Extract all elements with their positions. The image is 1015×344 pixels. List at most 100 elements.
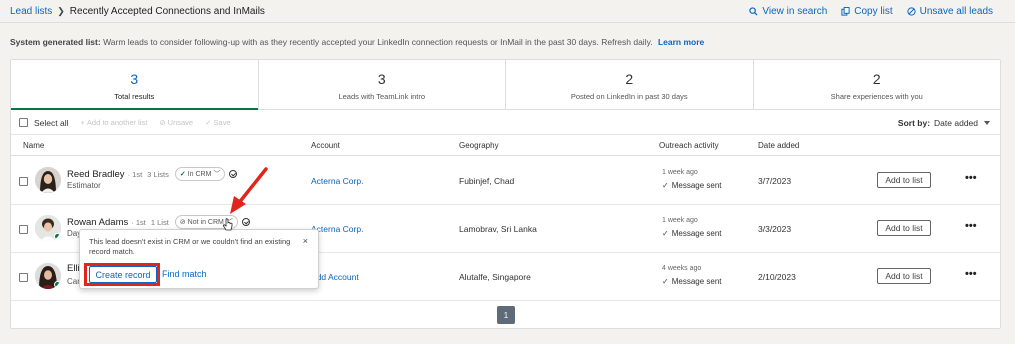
- save-button[interactable]: ✓ Save: [205, 118, 230, 127]
- pagination-page[interactable]: 1: [497, 306, 515, 324]
- online-status-dot: [54, 281, 61, 288]
- check-icon: ✓: [662, 181, 669, 190]
- stat-value: 2: [872, 71, 881, 87]
- date-added: 2/10/2023: [758, 272, 796, 282]
- stat-posted[interactable]: 2 Posted on LinkedIn in past 30 days: [506, 60, 754, 109]
- row-checkbox[interactable]: [19, 177, 28, 186]
- close-icon[interactable]: ×: [303, 236, 308, 246]
- unsave-label: Unsave: [167, 118, 194, 127]
- outreach-time: 1 week ago: [662, 217, 698, 224]
- select-all-checkbox[interactable]: [19, 118, 28, 127]
- table-header: Name Account Geography Outreach activity…: [11, 136, 1000, 156]
- add-to-list-button[interactable]: Add to list: [877, 220, 931, 236]
- more-actions-icon[interactable]: •••: [965, 220, 977, 232]
- breadcrumb-separator: ❯: [57, 5, 65, 16]
- copy-list-label: Copy list: [854, 6, 893, 17]
- hand-cursor-icon: [222, 218, 233, 231]
- geography: Alutalfe, Singapore: [459, 272, 531, 282]
- avatar[interactable]: [35, 167, 61, 193]
- add-to-list-button[interactable]: Add to list: [877, 268, 931, 284]
- system-note: System generated list: Warm leads to con…: [10, 37, 704, 47]
- more-actions-icon[interactable]: •••: [965, 268, 977, 280]
- lead-name[interactable]: Rowan Adams: [67, 217, 128, 228]
- verified-check-icon: [241, 218, 250, 226]
- online-status-dot: [54, 233, 61, 240]
- outreach-time: 4 weeks ago: [662, 265, 702, 272]
- sort-dropdown[interactable]: Sort by: Date added: [898, 118, 990, 128]
- avatar[interactable]: [35, 215, 61, 241]
- add-to-another-list-button[interactable]: + Add to another list: [81, 118, 148, 127]
- not-in-crm-icon: ⊘: [179, 219, 186, 226]
- crm-status-badge[interactable]: ✓ In CRM ﹀: [174, 167, 226, 181]
- date-added: 3/7/2023: [758, 176, 792, 186]
- outreach-status: ✓ Message sent: [662, 277, 722, 286]
- check-icon: ✓: [662, 229, 669, 238]
- highlight-box: [84, 263, 160, 286]
- stat-teamlink[interactable]: 3 Leads with TeamLink intro: [259, 60, 506, 109]
- add-to-list-button[interactable]: Add to list: [877, 172, 931, 188]
- row-checkbox[interactable]: [19, 225, 28, 234]
- list-count[interactable]: 3 Lists: [147, 170, 169, 179]
- bulk-toolbar: Select all + Add to another list ⊘ Unsav…: [11, 111, 1000, 135]
- geography: Lamobrav, Sri Lanka: [459, 224, 537, 234]
- outreach-label: Message sent: [671, 277, 722, 286]
- sort-value: Date added: [934, 117, 978, 128]
- col-name: Name: [23, 141, 45, 150]
- more-actions-icon[interactable]: •••: [965, 172, 977, 184]
- geography: Fubinjef, Chad: [459, 176, 515, 186]
- table-row: Reed Bradley · 1st 3 Lists ✓ In CRM ﹀ Esti…: [11, 157, 1000, 205]
- caret-down-icon: [984, 120, 990, 125]
- unsave-button[interactable]: ⊘ Unsave: [159, 118, 193, 127]
- connection-degree: · 1st: [127, 169, 143, 179]
- copy-list-button[interactable]: Copy list: [841, 6, 893, 17]
- list-count[interactable]: 1 List: [151, 218, 169, 227]
- system-note-text: Warm leads to consider following-up with…: [103, 37, 653, 47]
- avatar-photo: [35, 167, 61, 193]
- view-in-search-button[interactable]: View in search: [749, 6, 827, 17]
- col-date-added: Date added: [758, 141, 800, 150]
- lead-name[interactable]: Reed Bradley: [67, 169, 125, 180]
- avatar[interactable]: [35, 263, 61, 289]
- check-icon: ✓: [662, 277, 669, 286]
- stat-label: Share experiences with you: [830, 92, 923, 101]
- annotation-arrow-icon: [230, 167, 268, 214]
- unsave-all-leads-label: Unsave all leads: [919, 6, 993, 17]
- connection-degree: · 1st: [131, 217, 146, 227]
- system-note-prefix: System generated list:: [10, 37, 101, 47]
- row-checkbox[interactable]: [19, 273, 28, 282]
- learn-more-link[interactable]: Learn more: [658, 37, 704, 47]
- chevron-down-icon: ﹀: [213, 171, 221, 178]
- unsave-icon: [907, 7, 916, 16]
- outreach-time: 1 week ago: [662, 169, 698, 176]
- select-all-label[interactable]: Select all: [34, 118, 69, 128]
- stat-value: 3: [130, 71, 139, 87]
- col-outreach: Outreach activity: [659, 141, 719, 150]
- find-match-link[interactable]: Find match: [162, 269, 207, 279]
- outreach-status: ✓ Message sent: [662, 229, 722, 238]
- col-account: Account: [311, 141, 340, 150]
- date-added: 3/3/2023: [758, 224, 792, 234]
- save-label: Save: [213, 118, 231, 127]
- stat-label: Total results: [114, 92, 155, 101]
- add-to-another-list-label: Add to another list: [86, 118, 148, 127]
- stat-label: Posted on LinkedIn in past 30 days: [570, 92, 688, 101]
- lead-title: Estimator: [67, 181, 101, 190]
- stats-bar: 3 Total results 3 Leads with TeamLink in…: [11, 60, 1000, 110]
- stat-value: 3: [377, 71, 386, 87]
- breadcrumb-current: Recently Accepted Connections and InMail…: [69, 5, 265, 17]
- view-in-search-label: View in search: [762, 6, 828, 17]
- check-icon: ✓: [179, 171, 186, 178]
- search-icon: [749, 7, 758, 16]
- breadcrumb-root[interactable]: Lead lists: [10, 6, 52, 17]
- sort-label: Sort by:: [897, 117, 931, 128]
- unsave-all-leads-button[interactable]: Unsave all leads: [907, 6, 993, 17]
- outreach-status: ✓ Message sent: [662, 181, 722, 190]
- stat-share-experiences[interactable]: 2 Share experiences with you: [754, 60, 1001, 109]
- col-geography: Geography: [459, 141, 499, 150]
- stat-total-results[interactable]: 3 Total results: [11, 60, 259, 110]
- lead-name-line: Reed Bradley · 1st 3 Lists ✓ In CRM ﹀: [67, 167, 238, 181]
- popup-message: This lead doesn't exist in CRM or we cou…: [89, 237, 291, 256]
- outreach-label: Message sent: [671, 229, 722, 238]
- account-link[interactable]: Acterna Corp.: [311, 176, 363, 186]
- top-bar: Lead lists ❯ Recently Accepted Connectio…: [0, 0, 1015, 23]
